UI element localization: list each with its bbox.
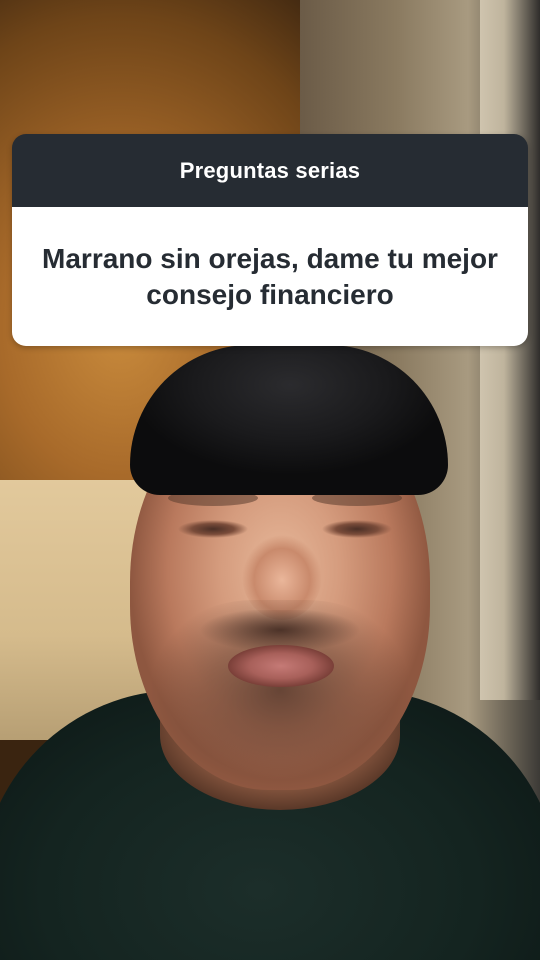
- story-viewer[interactable]: Preguntas serias Marrano sin orejas, dam…: [0, 0, 540, 960]
- question-sticker-header: Preguntas serias: [12, 134, 528, 207]
- question-sticker-body: Marrano sin orejas, dame tu mejor consej…: [12, 207, 528, 346]
- person-mouth: [228, 645, 334, 687]
- question-sticker-title: Preguntas serias: [179, 157, 361, 183]
- person-eye-right: [322, 520, 392, 538]
- person-eye-left: [178, 520, 248, 538]
- person-mustache: [200, 610, 360, 650]
- background-door-frame: [480, 0, 540, 700]
- question-text: Marrano sin orejas, dame tu mejor consej…: [42, 242, 498, 310]
- question-sticker[interactable]: Preguntas serias Marrano sin orejas, dam…: [12, 134, 528, 346]
